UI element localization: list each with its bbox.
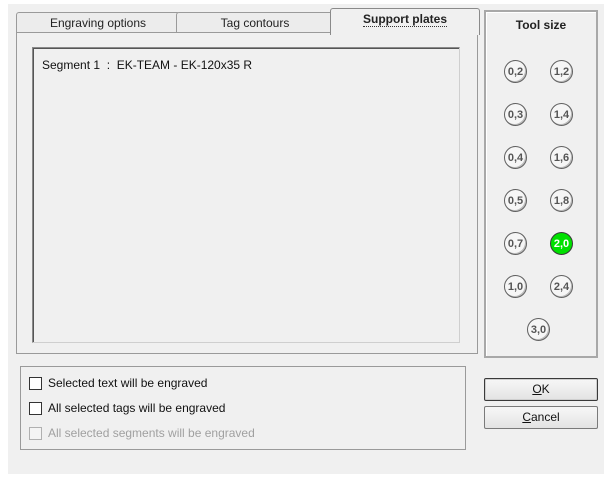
tab-label: Support plates [362, 12, 447, 27]
option-label: All selected tags will be engraved [48, 401, 226, 415]
tool-size-button[interactable]: 1,4 [550, 103, 573, 126]
cancel-mnemonic: C [522, 410, 531, 424]
ok-label-rest: K [541, 382, 550, 396]
ok-button[interactable]: OK [484, 378, 598, 401]
tool-size-button[interactable]: 1,6 [550, 146, 573, 169]
selected-segments-checkbox [29, 426, 42, 440]
selected-text-checkbox[interactable] [29, 376, 42, 390]
tool-size-button-selected[interactable]: 2,0 [550, 232, 573, 255]
list-item[interactable]: Segment 1 : EK-TEAM - EK-120x35 R [42, 58, 252, 72]
support-plates-dialog: Engraving options Tag contours Support p… [8, 4, 604, 474]
tab-tag-contours[interactable]: Tag contours [176, 12, 334, 34]
tab-label: Engraving options [49, 16, 147, 30]
tab-strip: Engraving options Tag contours Support p… [16, 6, 486, 35]
tool-size-button[interactable]: 0,4 [504, 146, 527, 169]
tool-size-button[interactable]: 0,3 [504, 103, 527, 126]
tool-size-panel: Tool size 0,2 1,2 0,3 1,4 0,4 1,6 0,5 1,… [484, 10, 598, 358]
segment-list[interactable]: Segment 1 : EK-TEAM - EK-120x35 R [32, 47, 460, 343]
tool-size-button[interactable]: 1,0 [504, 275, 527, 298]
selected-tags-checkbox[interactable] [29, 401, 42, 415]
tab-label: Tag contours [220, 16, 290, 30]
tool-size-button[interactable]: 2,4 [550, 275, 573, 298]
tab-engraving-options[interactable]: Engraving options [16, 12, 180, 34]
option-label: Selected text will be engraved [48, 376, 208, 390]
ok-mnemonic: O [532, 382, 542, 396]
support-plates-panel: Segment 1 : EK-TEAM - EK-120x35 R [16, 32, 478, 354]
cancel-label-rest: ancel [530, 410, 560, 424]
engraving-options-group: Selected text will be engraved All selec… [20, 366, 466, 450]
tool-size-button[interactable]: 1,2 [550, 60, 573, 83]
option-label: All selected segments will be engraved [48, 426, 255, 440]
option-selected-segments: All selected segments will be engraved [29, 425, 255, 441]
tool-size-button[interactable]: 0,2 [504, 60, 527, 83]
tool-size-title: Tool size [515, 18, 567, 32]
option-selected-text[interactable]: Selected text will be engraved [29, 375, 207, 391]
tool-size-button[interactable]: 3,0 [527, 318, 550, 341]
tool-size-button[interactable]: 0,7 [504, 232, 527, 255]
tool-size-button[interactable]: 1,8 [550, 189, 573, 212]
cancel-button[interactable]: Cancel [484, 406, 598, 429]
option-selected-tags[interactable]: All selected tags will be engraved [29, 400, 225, 416]
tool-size-button[interactable]: 0,5 [504, 189, 527, 212]
tab-support-plates[interactable]: Support plates [330, 8, 480, 35]
